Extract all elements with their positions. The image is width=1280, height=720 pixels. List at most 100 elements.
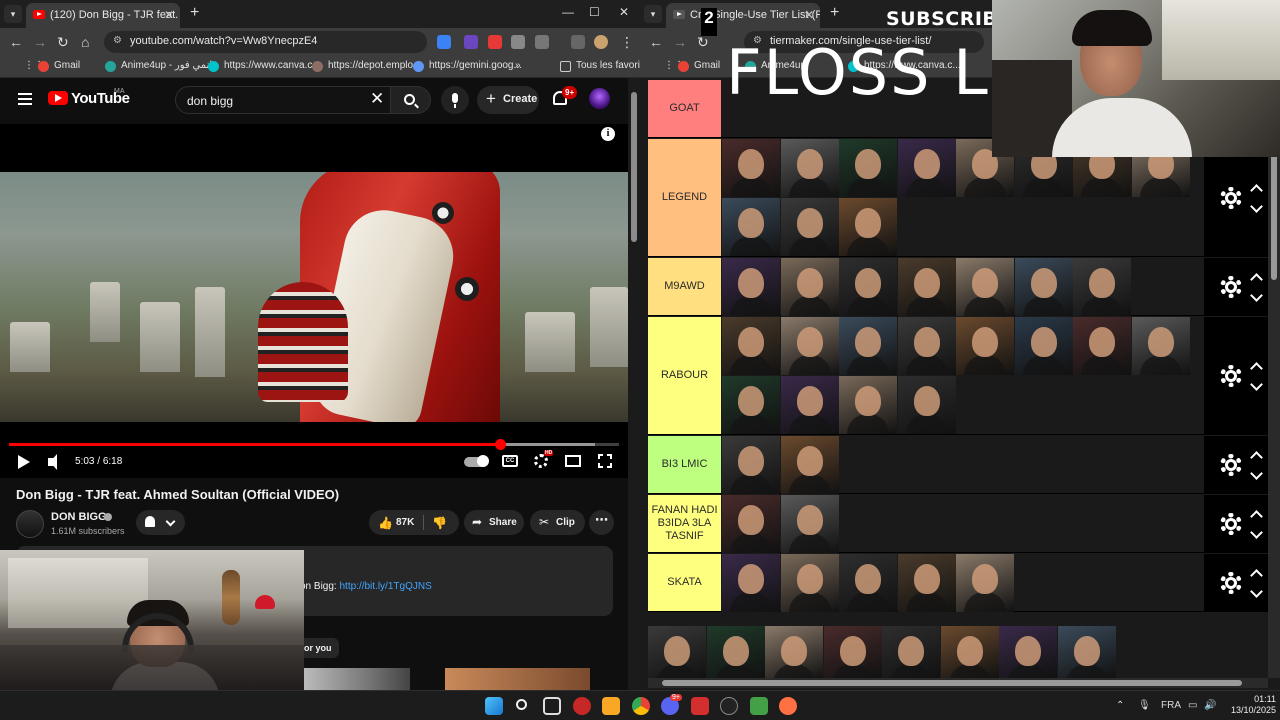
like-icon[interactable]: 👍 [378,516,393,530]
artist-avatar[interactable] [780,376,839,434]
reload-button[interactable]: ↻ [57,34,69,50]
tier-label[interactable]: SKATA [648,554,721,611]
tier-label[interactable]: RABOUR [648,317,721,434]
subscribed-bell-button[interactable] [136,510,185,535]
move-tier-down-icon[interactable] [1250,585,1263,598]
artist-avatar[interactable] [897,376,956,434]
artist-avatar[interactable] [956,554,1014,612]
artist-avatar[interactable] [706,626,765,678]
bookmark-gemini[interactable]: https://gemini.goog... [413,60,522,72]
bookmark-depot[interactable]: https://depot.emplo... [312,60,421,72]
tab-youtube[interactable]: (120) Don Bigg - TJR feat. Ahm ✕ [26,3,180,28]
artist-avatar[interactable] [839,198,897,256]
scrollbar-thumb[interactable] [662,680,1242,686]
search-icon[interactable] [514,697,532,715]
app-icon[interactable] [573,697,591,715]
recommended-thumbnail[interactable] [304,668,410,690]
bookmark-anime4up[interactable]: Anime4up - انمي فور [105,60,212,72]
channel-avatar[interactable] [16,510,44,538]
artist-avatar[interactable] [897,139,956,197]
network-icon[interactable]: ▭ [1188,700,1197,711]
artist-avatar[interactable] [839,317,897,375]
clip-button[interactable]: ✂ Clip [530,510,585,535]
chrome-icon[interactable] [632,697,650,715]
artist-avatar[interactable] [839,258,897,316]
artist-avatar[interactable] [780,198,839,256]
progress-bar[interactable] [9,439,619,450]
account-avatar[interactable] [589,88,610,109]
artist-avatar[interactable] [1057,626,1116,678]
tier-settings-gear-icon[interactable] [1220,513,1242,535]
horizontal-scrollbar[interactable] [648,678,1268,688]
media-control-icon[interactable] [571,35,585,49]
app-icon[interactable] [750,697,768,715]
page-scrollbar[interactable] [628,78,640,690]
recommended-thumbnail[interactable] [445,668,590,690]
artist-avatar[interactable] [1014,258,1073,316]
artist-avatar[interactable] [648,626,706,678]
task-view-icon[interactable] [543,697,561,715]
close-window-button[interactable]: ✕ [619,5,629,19]
youtube-logo-icon[interactable] [48,91,68,105]
video-player[interactable]: i 5:03 / 6:18 CC HD [0,124,628,478]
tier-settings-gear-icon[interactable] [1220,365,1242,387]
channel-name[interactable]: DON BIGG [51,511,107,523]
site-info-icon[interactable]: ⚙ [113,35,122,46]
new-tab-button[interactable]: + [190,4,199,22]
move-tier-up-icon[interactable] [1250,184,1263,197]
extensions-puzzle-icon[interactable] [535,35,549,49]
move-tier-up-icon[interactable] [1250,362,1263,375]
artist-avatar[interactable] [1014,317,1073,375]
move-tier-down-icon[interactable] [1250,378,1263,391]
volume-icon[interactable] [48,454,57,470]
artist-avatar[interactable] [897,554,956,612]
for-you-chip[interactable]: or you [300,638,339,658]
artist-avatar[interactable] [999,626,1057,678]
play-icon[interactable] [18,455,30,469]
artist-avatar[interactable] [780,436,839,494]
tier-label[interactable]: LEGEND [648,139,721,256]
maximize-button[interactable]: ☐ [589,5,600,19]
info-icon[interactable]: i [601,127,615,141]
artist-avatar[interactable] [940,626,999,678]
more-actions-button[interactable]: ⋯ [589,510,614,535]
artist-avatar[interactable] [823,626,882,678]
artist-avatar[interactable] [1073,258,1131,316]
like-count[interactable]: 87K [396,517,414,528]
search-button[interactable] [391,86,431,114]
move-tier-up-icon[interactable] [1250,569,1263,582]
menu-icon[interactable] [18,93,32,105]
artist-avatar[interactable] [839,139,897,197]
back-button[interactable]: ← [9,34,23,50]
artist-avatar[interactable] [882,626,940,678]
artist-avatar[interactable] [722,495,780,553]
move-tier-down-icon[interactable] [1250,200,1263,213]
artist-avatar[interactable] [765,626,823,678]
move-tier-down-icon[interactable] [1250,289,1263,302]
language-indicator[interactable]: FRA [1161,700,1181,711]
move-tier-up-icon[interactable] [1250,451,1263,464]
back-button[interactable]: ← [649,34,663,50]
new-tab-button[interactable]: + [830,4,839,22]
browser-menu-icon[interactable]: ⋮ [620,34,634,50]
tier-settings-gear-icon[interactable] [1220,187,1242,209]
obs-icon[interactable] [720,697,738,715]
captions-icon[interactable]: CC [502,455,518,467]
artist-avatar[interactable] [722,376,780,434]
move-tier-up-icon[interactable] [1250,273,1263,286]
video-frame[interactable] [0,172,628,422]
tier-label[interactable]: BI3 LMIC [648,436,721,493]
extension-icon[interactable] [437,35,451,49]
fullscreen-icon[interactable] [597,453,613,469]
artist-avatar[interactable] [722,317,780,375]
theater-mode-icon[interactable] [565,455,581,467]
artist-avatar[interactable] [780,258,839,316]
artist-avatar[interactable] [722,436,780,494]
create-button[interactable]: + Create [477,86,539,114]
artist-avatar[interactable] [722,258,780,316]
extension-icon[interactable] [488,35,502,49]
dislike-icon[interactable]: 👎 [432,516,447,530]
bookmark-gmail[interactable]: Gmail [678,60,720,72]
artist-avatar[interactable] [722,554,780,612]
clear-search-icon[interactable]: ✕ [370,90,384,107]
